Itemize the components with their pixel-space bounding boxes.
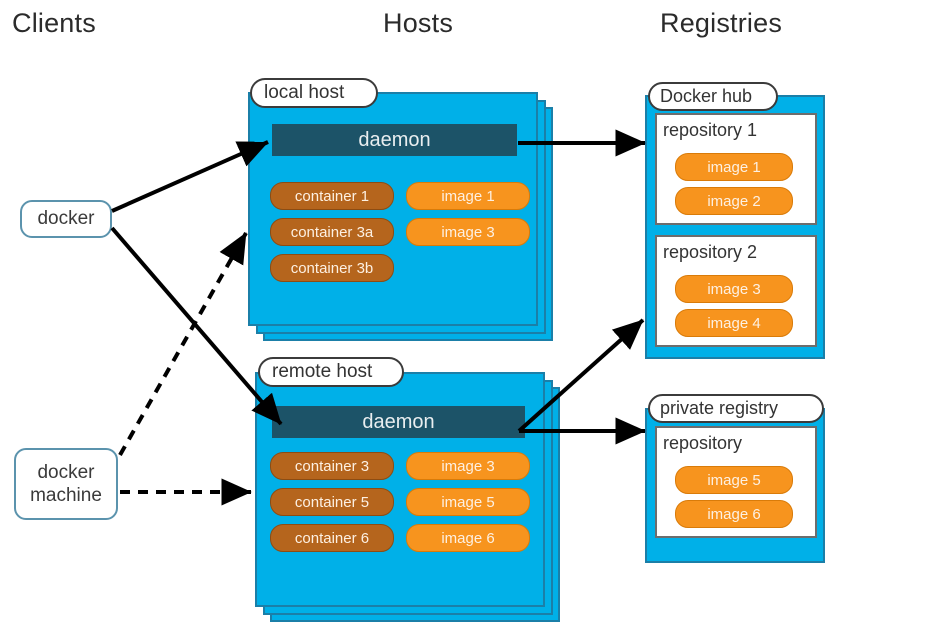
image-pill[interactable]: image 1 xyxy=(675,153,793,181)
container-pill[interactable]: container 3 xyxy=(270,452,394,480)
container-pill[interactable]: container 3b xyxy=(270,254,394,282)
image-pill[interactable]: image 4 xyxy=(675,309,793,337)
client-box-docker-machine[interactable]: docker machine xyxy=(14,448,118,520)
host-title-remote-host: remote host xyxy=(258,357,404,387)
container-pill[interactable]: container 6 xyxy=(270,524,394,552)
container-pill[interactable]: container 3a xyxy=(270,218,394,246)
image-pill[interactable]: image 1 xyxy=(406,182,530,210)
registry-title-docker-hub: Docker hub xyxy=(648,82,778,111)
heading-hosts: Hosts xyxy=(383,8,454,38)
container-pill[interactable]: container 1 xyxy=(270,182,394,210)
client-box-docker[interactable]: docker xyxy=(20,200,112,238)
repository-label: repository xyxy=(663,433,743,453)
image-pill[interactable]: image 6 xyxy=(675,500,793,528)
image-pill[interactable]: image 6 xyxy=(406,524,530,552)
host-title-local-host: local host xyxy=(250,78,378,108)
daemon-bar-local-host[interactable]: daemon xyxy=(272,124,517,156)
registry-title-private-registry: private registry xyxy=(648,394,824,423)
heading-clients: Clients xyxy=(12,8,96,38)
client-label-line: docker xyxy=(37,208,95,230)
image-pill[interactable]: image 3 xyxy=(675,275,793,303)
client-label-line: machine xyxy=(30,485,102,506)
arrow-docker-to-local-daemon xyxy=(111,140,269,213)
client-label-line: docker xyxy=(37,461,95,483)
daemon-bar-remote-host[interactable]: daemon xyxy=(272,406,525,438)
image-pill[interactable]: image 3 xyxy=(406,452,530,480)
image-pill[interactable]: image 5 xyxy=(675,466,793,494)
repository-label: repository 2 xyxy=(663,242,758,262)
repository-label: repository 1 xyxy=(663,120,758,140)
container-pill[interactable]: container 5 xyxy=(270,488,394,516)
image-pill[interactable]: image 3 xyxy=(406,218,530,246)
arrow-docker-machine-to-local-host xyxy=(118,232,248,456)
docker-architecture-diagram: Clients Hosts Registries docker docker machi… xyxy=(0,0,927,636)
image-pill[interactable]: image 2 xyxy=(675,187,793,215)
heading-registries: Registries xyxy=(660,8,783,38)
image-pill[interactable]: image 5 xyxy=(406,488,530,516)
